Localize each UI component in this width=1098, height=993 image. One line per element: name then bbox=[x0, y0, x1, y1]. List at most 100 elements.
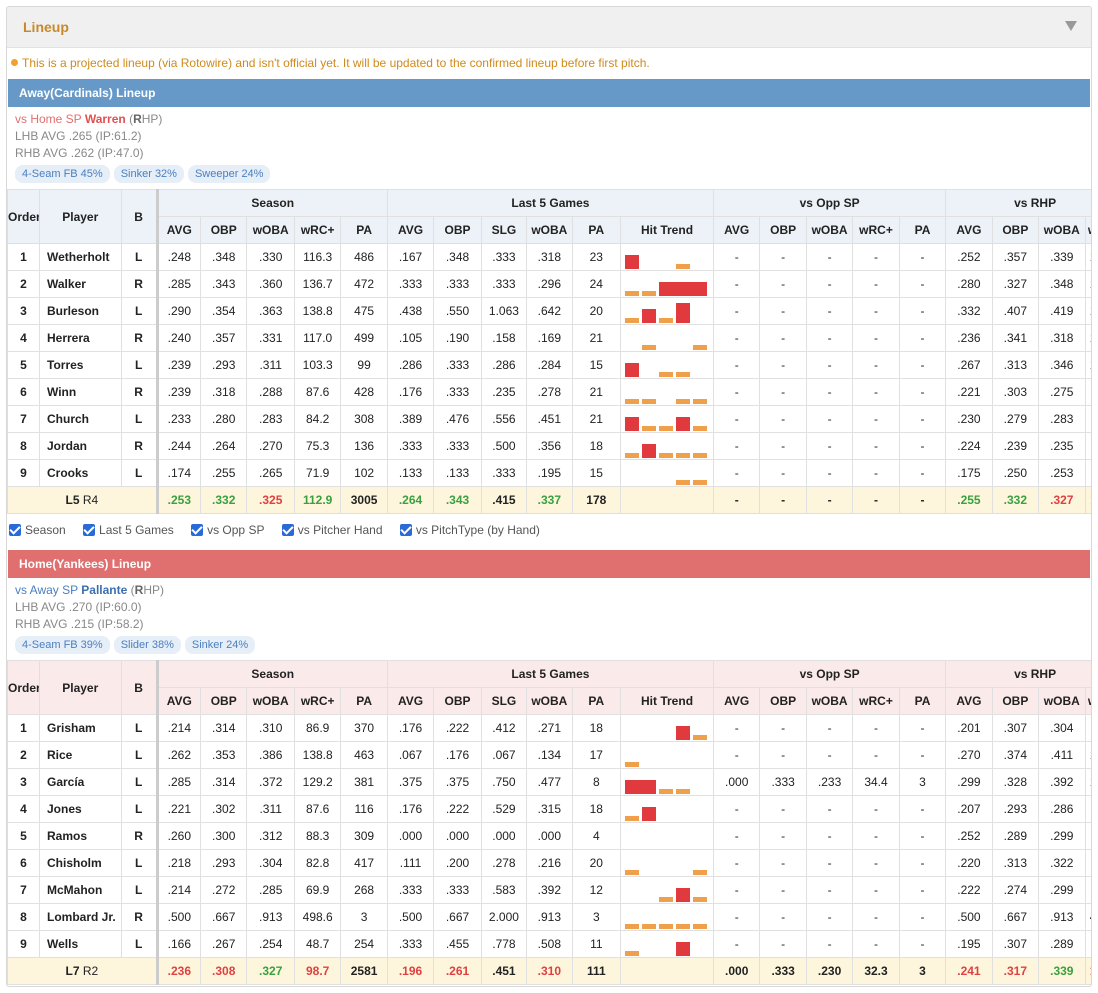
col-last-5-games-slg[interactable]: SLG bbox=[480, 687, 528, 715]
col-vs-rhp-avg[interactable]: AVG bbox=[945, 687, 993, 715]
col-season-avg[interactable]: AVG bbox=[155, 216, 202, 244]
col-season-wrc-[interactable]: wRC+ bbox=[293, 687, 342, 715]
col-last-5-games-slg[interactable]: SLG bbox=[480, 216, 528, 244]
col-vs-opp-sp-avg[interactable]: AVG bbox=[712, 687, 761, 715]
col-last-5-games-avg[interactable]: AVG bbox=[386, 216, 435, 244]
col-season-pa[interactable]: PA bbox=[340, 687, 388, 715]
col-order[interactable]: Order bbox=[7, 189, 40, 244]
panel-header[interactable]: Lineup bbox=[7, 7, 1091, 48]
col-vs-rhp-woba[interactable]: wOBA bbox=[1038, 687, 1086, 715]
col-season-woba[interactable]: wOBA bbox=[246, 687, 295, 715]
season-stat: 428 bbox=[340, 378, 388, 406]
opp-sp-stat: - bbox=[805, 849, 854, 877]
col-vs-opp-sp-avg[interactable]: AVG bbox=[712, 216, 761, 244]
player-name[interactable]: Torres bbox=[39, 351, 122, 379]
group-season: Season bbox=[155, 189, 388, 217]
col-vs-opp-sp-pa[interactable]: PA bbox=[898, 687, 947, 715]
col-vs-rhp-wrc-[interactable]: wRC+ bbox=[1084, 216, 1091, 244]
player-name[interactable]: García bbox=[39, 768, 122, 796]
player-name[interactable]: Jones bbox=[39, 795, 122, 823]
player-name[interactable]: Wetherholt bbox=[39, 243, 122, 271]
l5-stat: .286 bbox=[386, 351, 435, 379]
checkbox-icon[interactable] bbox=[399, 524, 412, 536]
player-name[interactable]: Chisholm bbox=[39, 849, 122, 877]
filter-last-5-games[interactable]: Last 5 Games bbox=[83, 523, 174, 537]
col-last-5-games-woba[interactable]: wOBA bbox=[526, 687, 573, 715]
player-name[interactable]: McMahon bbox=[39, 876, 122, 904]
col-last-5-games-pa[interactable]: PA bbox=[571, 216, 622, 244]
season-stat: .214 bbox=[155, 714, 202, 742]
col-season-pa[interactable]: PA bbox=[340, 216, 388, 244]
opp-sp-stat: - bbox=[898, 324, 947, 352]
col-last-5-games-hit-trend[interactable]: Hit Trend bbox=[620, 216, 714, 244]
filter-vs-pitcher-hand[interactable]: vs Pitcher Hand bbox=[281, 523, 383, 537]
player-name[interactable]: Wells bbox=[39, 930, 122, 958]
player-name[interactable]: Grisham bbox=[39, 714, 122, 742]
col-vs-rhp-woba[interactable]: wOBA bbox=[1038, 216, 1086, 244]
col-player[interactable]: Player bbox=[39, 189, 122, 244]
col-vs-opp-sp-obp[interactable]: OBP bbox=[759, 216, 807, 244]
col-vs-opp-sp-pa[interactable]: PA bbox=[898, 216, 947, 244]
col-player[interactable]: Player bbox=[39, 660, 122, 715]
bats-hand: R bbox=[120, 822, 158, 850]
player-name[interactable]: Rice bbox=[39, 741, 122, 769]
hit-bar-orange bbox=[693, 735, 708, 740]
l5-stat: .133 bbox=[386, 459, 435, 487]
col-vs-opp-sp-woba[interactable]: wOBA bbox=[805, 687, 854, 715]
season-stat: .348 bbox=[200, 243, 248, 271]
col-vs-opp-sp-obp[interactable]: OBP bbox=[759, 687, 807, 715]
col-bat[interactable]: B bbox=[120, 189, 158, 244]
col-bat[interactable]: B bbox=[120, 660, 158, 715]
pitch-type-badge: 4-Seam FB 39% bbox=[15, 636, 110, 654]
player-name[interactable]: Lombard Jr. bbox=[39, 903, 122, 931]
col-season-obp[interactable]: OBP bbox=[200, 216, 248, 244]
player-name[interactable]: Winn bbox=[39, 378, 122, 406]
vs-rhp-stat: 155.9 bbox=[1084, 741, 1091, 769]
col-vs-opp-sp-woba[interactable]: wOBA bbox=[805, 216, 854, 244]
col-last-5-games-hit-trend[interactable]: Hit Trend bbox=[620, 687, 714, 715]
col-last-5-games-woba[interactable]: wOBA bbox=[526, 216, 573, 244]
bats-hand: L bbox=[120, 876, 158, 904]
col-last-5-games-obp[interactable]: OBP bbox=[433, 216, 482, 244]
player-name[interactable]: Jordan bbox=[39, 432, 122, 460]
col-vs-rhp-obp[interactable]: OBP bbox=[991, 216, 1040, 244]
collapse-toggle-icon[interactable] bbox=[1065, 21, 1077, 31]
col-last-5-games-obp[interactable]: OBP bbox=[433, 687, 482, 715]
season-stat: 308 bbox=[340, 405, 388, 433]
away-team-bar: Away(Cardinals) Lineup bbox=[8, 79, 1090, 107]
player-name[interactable]: Walker bbox=[39, 270, 122, 298]
player-name[interactable]: Crooks bbox=[39, 459, 122, 487]
player-name[interactable]: Herrera bbox=[39, 324, 122, 352]
col-season-avg[interactable]: AVG bbox=[155, 687, 202, 715]
vs-rhp-stat: 78.7 bbox=[1084, 378, 1091, 406]
vs-rhp-stat: .230 bbox=[945, 405, 993, 433]
sp-name-link[interactable]: Warren bbox=[85, 112, 126, 126]
col-season-obp[interactable]: OBP bbox=[200, 687, 248, 715]
col-vs-rhp-avg[interactable]: AVG bbox=[945, 216, 993, 244]
col-last-5-games-avg[interactable]: AVG bbox=[386, 687, 435, 715]
checkbox-icon[interactable] bbox=[9, 524, 21, 536]
col-season-woba[interactable]: wOBA bbox=[246, 216, 295, 244]
col-vs-rhp-obp[interactable]: OBP bbox=[991, 687, 1040, 715]
checkbox-icon[interactable] bbox=[191, 524, 204, 536]
col-vs-opp-sp-wrc-[interactable]: wRC+ bbox=[852, 216, 900, 244]
vs-rhp-stat: .299 bbox=[1038, 876, 1086, 904]
col-season-wrc-[interactable]: wRC+ bbox=[293, 216, 342, 244]
filter-vs-pitchtype[interactable]: vs PitchType (by Hand) bbox=[399, 523, 540, 537]
filter-season[interactable]: Season bbox=[9, 523, 66, 537]
col-last-5-games-pa[interactable]: PA bbox=[571, 687, 622, 715]
player-name[interactable]: Burleson bbox=[39, 297, 122, 325]
checkbox-icon[interactable] bbox=[83, 524, 96, 536]
vs-rhp-stat: .313 bbox=[991, 351, 1040, 379]
l5-stat: 21 bbox=[571, 324, 622, 352]
filter-vs-opp-sp[interactable]: vs Opp SP bbox=[191, 523, 264, 537]
summary-rhp-stat: 114.5 bbox=[1084, 486, 1091, 514]
opp-sp-stat: - bbox=[898, 849, 947, 877]
col-vs-rhp-wrc-[interactable]: wRC+ bbox=[1084, 687, 1091, 715]
player-name[interactable]: Ramos bbox=[39, 822, 122, 850]
player-name[interactable]: Church bbox=[39, 405, 122, 433]
sp-name-link[interactable]: Pallante bbox=[81, 583, 127, 597]
col-vs-opp-sp-wrc-[interactable]: wRC+ bbox=[852, 687, 900, 715]
col-order[interactable]: Order bbox=[7, 660, 40, 715]
checkbox-icon[interactable] bbox=[281, 524, 294, 536]
